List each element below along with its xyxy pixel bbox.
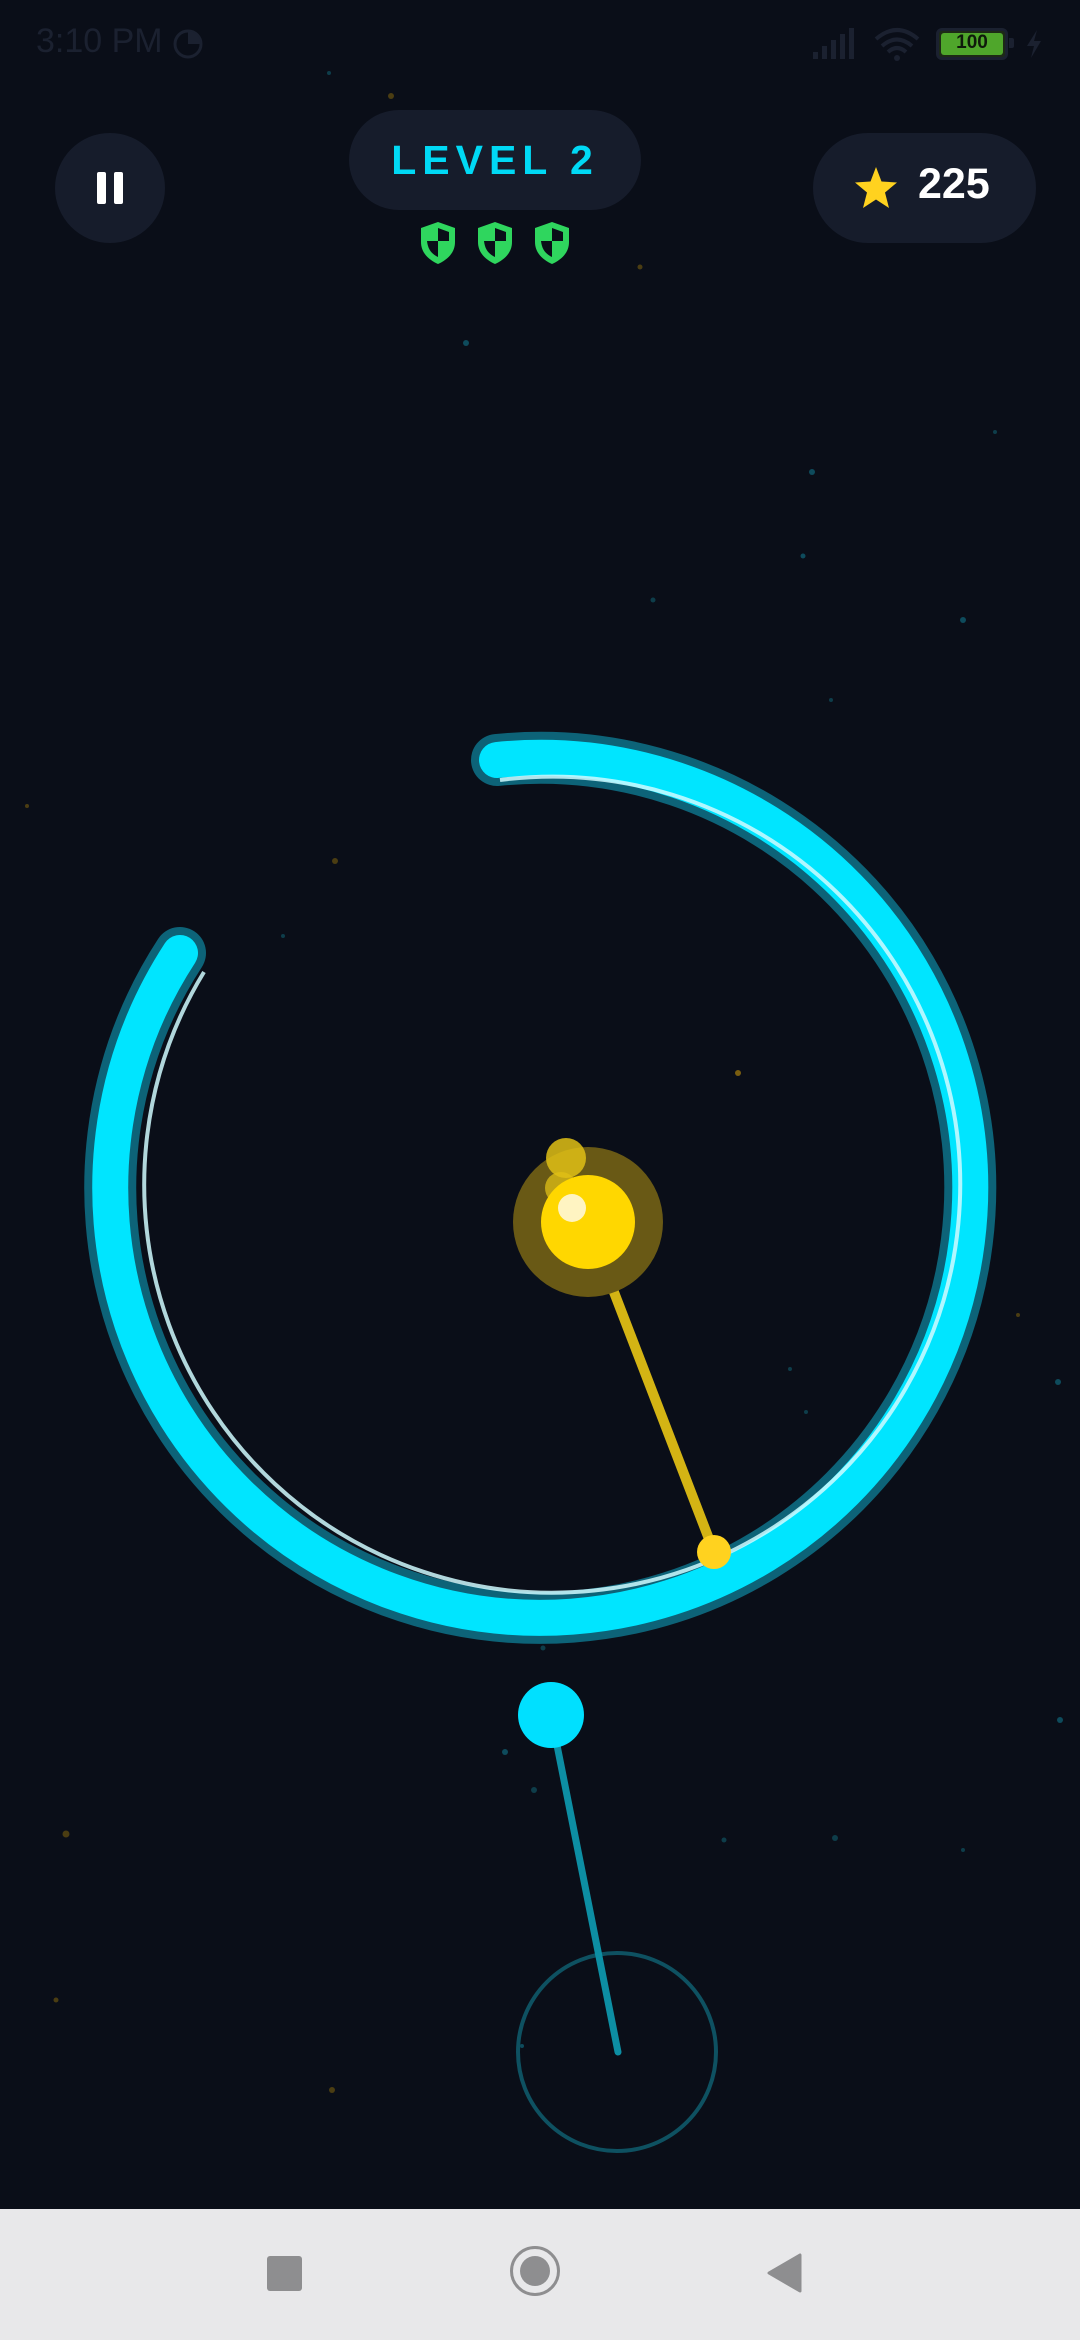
status-time: 3:10 PM [36,22,163,60]
status-bar: 3:10 PM 100 [0,0,1080,90]
star-particle [788,1367,792,1371]
bolt-icon [1027,30,1041,58]
star-particle [53,1997,59,2003]
home-button[interactable] [510,2246,560,2296]
pause-icon [114,172,123,204]
wifi-icon [874,28,920,61]
shield-lives [418,220,572,268]
game-scene [25,71,1063,2153]
player-trail [546,1138,586,1178]
star-particle [961,1848,965,1852]
star-particle [62,1830,70,1838]
star-particle [832,1835,838,1841]
star-particle [804,1410,808,1414]
level-indicator: LEVEL 2 [349,110,641,210]
star-particle [1055,1379,1061,1385]
player-ball [513,1138,731,1569]
star-particle [960,617,966,623]
alarm-clock-icon [173,29,203,59]
star-particle [540,1645,546,1651]
signal-icon [813,28,854,59]
battery-icon: 100 [936,28,1014,60]
star-particle [332,858,338,864]
star-particle [637,264,643,270]
star-particle [463,340,469,346]
star-particle [1057,1717,1063,1723]
pause-button[interactable] [55,133,165,243]
star-particle [993,430,997,434]
star-particle [329,2087,335,2093]
status-icons: 100 [812,26,1044,62]
star-particle [388,93,394,99]
star-particle [800,553,806,559]
joystick[interactable] [516,1682,718,2153]
player-highlight [558,1194,586,1222]
shield-icon [421,222,455,264]
score-value: 225 [918,160,990,208]
star-icon [855,167,897,208]
star-particle [809,469,815,475]
recents-button[interactable] [267,2256,302,2291]
shield-icon [478,222,512,264]
star-particle [650,597,656,603]
star-particle [531,1787,537,1793]
star-particle [735,1070,741,1076]
joystick-knob[interactable] [518,1682,584,1748]
star-particle [520,2044,524,2048]
back-button[interactable] [766,2253,802,2293]
star-particle [502,1749,508,1755]
pause-icon [97,172,106,204]
level-label: LEVEL 2 [391,136,599,183]
starfield [25,71,1063,2093]
shield-icon [535,222,569,264]
player-core [541,1175,635,1269]
star-particle [281,934,285,938]
star-particle [1016,1313,1020,1317]
battery-level: 100 [956,32,988,53]
star-particle [829,698,833,702]
aim-line [547,1711,622,2056]
star-particle [25,804,29,808]
tether-anchor [697,1535,731,1569]
star-particle [721,1837,727,1843]
